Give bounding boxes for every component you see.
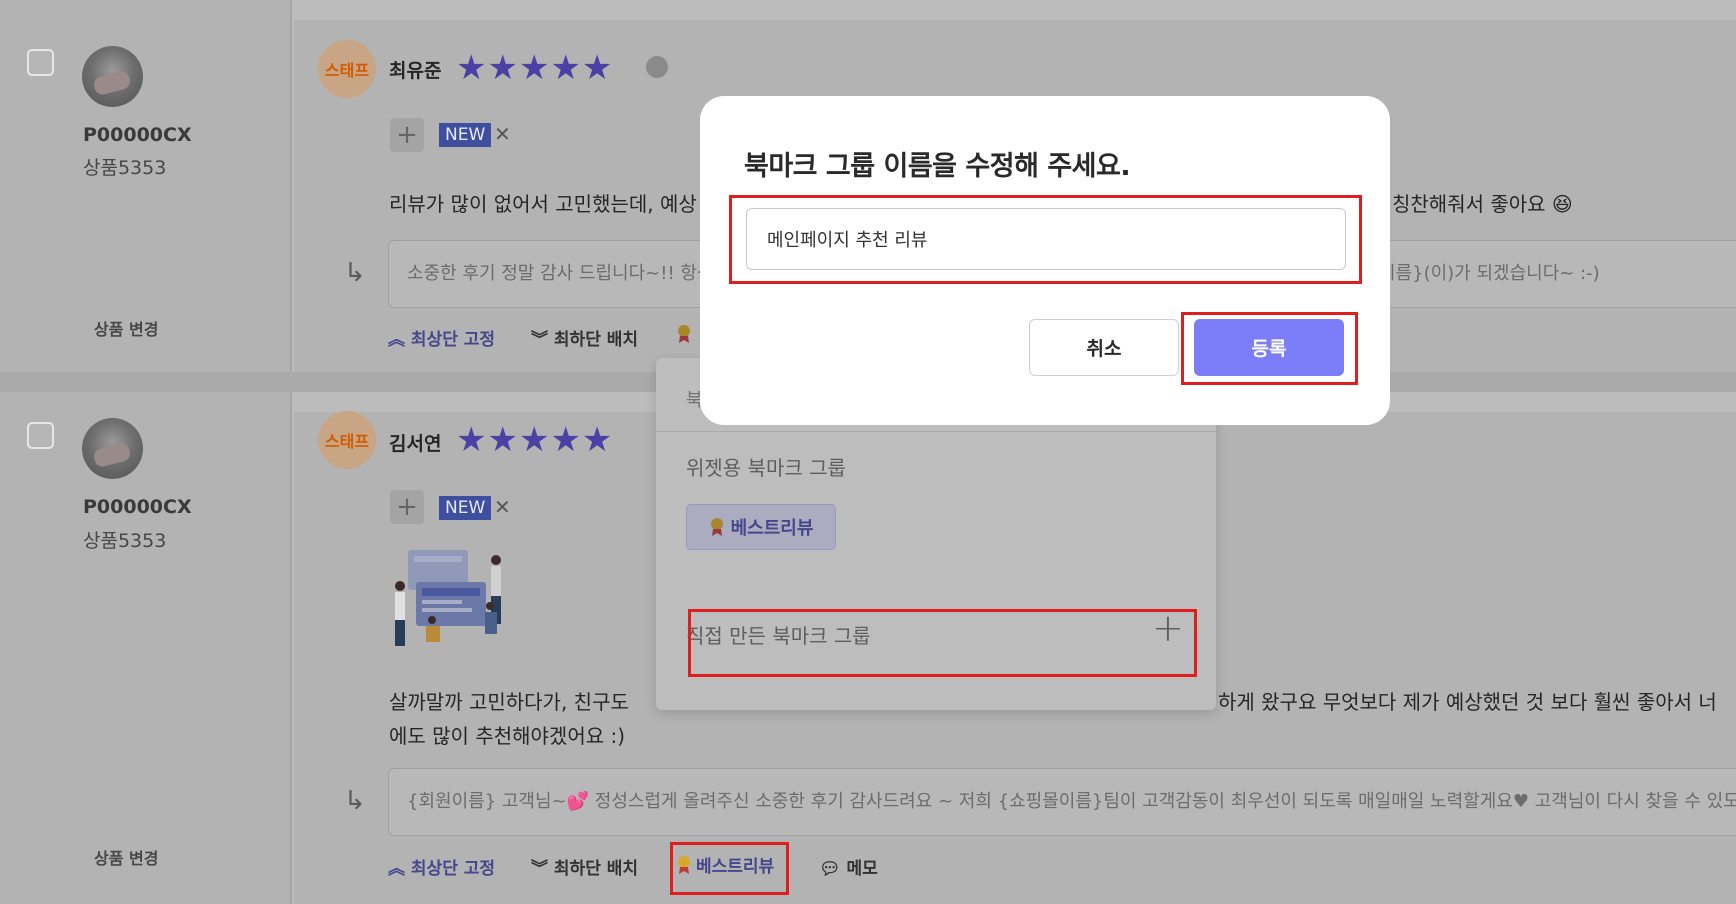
reply-text: 소중한 후기 정말 감사 드립니다~!! 항상: [407, 263, 714, 284]
group-name-input[interactable]: [746, 208, 1346, 270]
reply-text: {회원이름} 고객님~💕 정성스럽게 올려주신 소중한 후기 감사드려요 ~ 저…: [407, 791, 1736, 812]
product-code: P00000CX: [83, 124, 192, 146]
reply-text-tail: 이름}(이)가 되겠습니다~ :-): [1379, 263, 1600, 284]
pin-bottom-label: 최하단 배치: [553, 330, 639, 350]
double-chevron-up-icon: ︽: [388, 330, 405, 350]
add-tag-button[interactable]: +: [390, 118, 424, 152]
submit-button[interactable]: 등록: [1194, 319, 1344, 376]
medal-icon: [678, 325, 690, 343]
pin-top-button[interactable]: ︽ 최상단 고정: [388, 325, 495, 350]
best-review-button[interactable]: [676, 324, 696, 346]
avatar: [82, 46, 143, 107]
review-text: 리뷰가 많이 없어서 고민했는데, 예상: [389, 192, 697, 216]
rating-stars: ★★★★★: [456, 420, 614, 460]
author-name: 최유준: [389, 60, 442, 82]
change-product-button[interactable]: 상품 변경: [94, 845, 158, 869]
review-text-line2: 에도 많이 추천해야겠어요 :): [389, 724, 626, 748]
cancel-button[interactable]: 취소: [1029, 319, 1179, 376]
product-name: 상품5353: [83, 530, 167, 552]
rename-group-modal: 북마크 그룹 이름을 수정해 주세요. 취소 등록: [700, 96, 1390, 425]
author-name: 김서연: [389, 433, 442, 455]
pin-top-label: 최상단 고정: [410, 859, 496, 879]
pin-bottom-label: 최하단 배치: [553, 859, 639, 879]
widget-group-title: 위젯용 북마크 그룹: [686, 456, 846, 480]
new-badge: NEW: [439, 496, 492, 520]
add-tag-button[interactable]: +: [390, 490, 424, 524]
modal-title: 북마크 그룹 이름을 수정해 주세요.: [744, 151, 1131, 182]
custom-group-title: 직접 만든 북마크 그룹: [686, 624, 871, 648]
pin-bottom-button[interactable]: ︾ 최하단 배치: [531, 854, 638, 879]
product-column: [0, 392, 292, 904]
best-review-chip-label: 베스트리뷰: [730, 518, 814, 539]
review-checkbox[interactable]: [27, 422, 54, 449]
product-name: 상품5353: [83, 157, 167, 179]
remove-tag-icon[interactable]: ✕: [494, 495, 511, 519]
pin-top-label: 최상단 고정: [410, 330, 496, 350]
review-image[interactable]: [386, 542, 512, 650]
best-review-chip[interactable]: 베스트리뷰: [686, 504, 836, 550]
pin-top-button[interactable]: ︽ 최상단 고정: [388, 854, 495, 879]
memo-icon: 💬︎: [819, 859, 841, 879]
avatar: [82, 418, 143, 479]
remove-tag-icon[interactable]: ✕: [494, 122, 511, 146]
double-chevron-down-icon: ︾: [531, 330, 548, 350]
medal-icon: [710, 518, 723, 536]
review-text-tail: 하게 왔구요 무엇보다 제가 예상했던 것 보다 훨씬 좋아서 너: [1218, 690, 1717, 714]
double-chevron-up-icon: ︽: [388, 859, 405, 879]
best-review-button[interactable]: 베스트리뷰: [676, 852, 774, 877]
memo-button[interactable]: 💬︎ 메모: [819, 854, 878, 879]
staff-badge: 스태프: [318, 40, 376, 98]
reply-arrow-icon: ↳: [344, 258, 366, 288]
double-chevron-down-icon: ︾: [531, 859, 548, 879]
review-checkbox[interactable]: [27, 49, 54, 76]
comment-icon[interactable]: [646, 56, 668, 78]
medal-icon: [678, 856, 690, 874]
rating-stars: ★★★★★: [456, 48, 614, 88]
best-review-label: 베스트리뷰: [696, 857, 775, 877]
reply-input[interactable]: {회원이름} 고객님~💕 정성스럽게 올려주신 소중한 후기 감사드려요 ~ 저…: [388, 768, 1736, 836]
product-code: P00000CX: [83, 496, 192, 518]
review-text: 살까말까 고민하다가, 친구도: [389, 690, 629, 714]
pin-bottom-button[interactable]: ︾ 최하단 배치: [531, 325, 638, 350]
new-badge: NEW: [439, 123, 492, 147]
review-text-tail: 칭찬해줘서 좋아요 😆: [1392, 192, 1573, 216]
memo-label: 메모: [846, 859, 878, 879]
staff-badge: 스태프: [318, 411, 376, 469]
add-group-icon[interactable]: +: [1152, 606, 1184, 650]
reply-arrow-icon: ↳: [344, 786, 366, 816]
change-product-button[interactable]: 상품 변경: [94, 316, 158, 340]
